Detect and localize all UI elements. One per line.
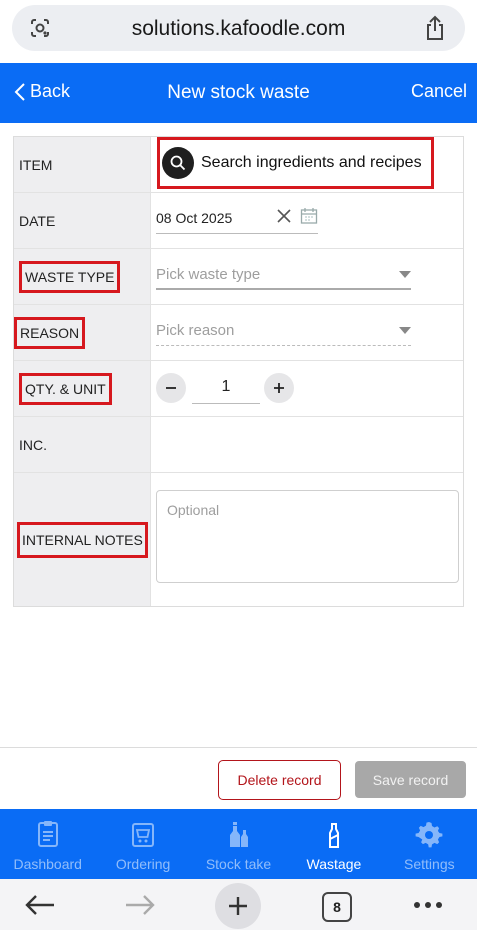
action-bar: Delete record Save record — [0, 747, 477, 809]
caret-down-icon — [399, 327, 411, 334]
page-title: New stock waste — [167, 82, 310, 103]
calendar-icon[interactable] — [300, 207, 318, 225]
address-bar[interactable]: solutions.kafoodle.com — [12, 5, 465, 51]
back-label: Back — [30, 81, 71, 101]
arrow-right-icon — [126, 895, 155, 915]
item-label: ITEM — [14, 137, 151, 192]
qty-row: QTY. & UNIT 1 — [14, 361, 463, 417]
cart-icon — [132, 823, 155, 847]
waste-type-select[interactable]: Pick waste type — [156, 262, 411, 290]
new-tab-button[interactable] — [215, 883, 261, 929]
date-label: DATE — [14, 193, 151, 248]
date-field[interactable]: 08 Oct 2025 — [156, 206, 318, 234]
plus-icon — [229, 897, 247, 915]
cancel-button[interactable]: Cancel — [411, 81, 467, 102]
reason-placeholder: Pick reason — [156, 322, 235, 339]
inc-label: INC. — [14, 417, 151, 472]
inc-row: INC. — [14, 417, 463, 473]
internal-notes-label: INTERNAL NOTES — [17, 521, 148, 558]
nav-dashboard-label: Dashboard — [13, 856, 82, 872]
tabs-count-button[interactable]: 8 — [322, 892, 352, 922]
reason-select[interactable]: Pick reason — [156, 318, 411, 346]
nav-stock-take[interactable]: Stock take — [191, 809, 286, 879]
item-row: ITEM Search ingredients and recipes — [14, 137, 463, 193]
minus-icon — [166, 387, 176, 389]
plus-icon — [274, 383, 284, 393]
item-search-input[interactable]: Search ingredients and recipes — [157, 137, 434, 189]
delete-record-button[interactable]: Delete record — [218, 760, 341, 800]
increment-button[interactable] — [264, 373, 294, 403]
quantity-input[interactable]: 1 — [192, 374, 260, 404]
nav-settings[interactable]: Settings — [382, 809, 477, 879]
url-text[interactable]: solutions.kafoodle.com — [12, 17, 465, 41]
search-icon[interactable] — [162, 147, 194, 179]
reason-row: REASON Pick reason — [14, 305, 463, 361]
caret-down-icon — [399, 271, 411, 278]
nav-ordering-label: Ordering — [115, 856, 171, 872]
waste-type-label: WASTE TYPE — [19, 260, 121, 293]
browser-forward-button[interactable] — [122, 887, 158, 923]
nav-dashboard[interactable]: Dashboard — [0, 809, 95, 879]
more-menu-button[interactable] — [408, 887, 448, 923]
save-record-button[interactable]: Save record — [355, 761, 466, 798]
nav-wastage-label: Wastage — [306, 856, 362, 872]
internal-notes-textarea[interactable]: Optional — [156, 490, 459, 583]
browser-back-button[interactable] — [22, 887, 58, 923]
nav-settings-label: Settings — [404, 856, 455, 872]
inc-value — [151, 417, 463, 472]
nav-ordering[interactable]: Ordering — [95, 809, 190, 879]
bottles-icon — [229, 822, 248, 847]
qty-unit-label: QTY. & UNIT — [19, 372, 112, 405]
waste-type-row: WASTE TYPE Pick waste type — [14, 249, 463, 305]
stock-waste-form: ITEM Search ingredients and recipes DATE… — [13, 136, 464, 607]
nav-wastage[interactable]: Wastage — [286, 809, 381, 879]
bottom-nav: Dashboard Ordering Stock take Wastage Se… — [0, 809, 477, 879]
gear-icon — [415, 822, 443, 848]
chevron-left-icon — [14, 82, 25, 101]
arrow-left-icon — [25, 895, 54, 915]
date-row: DATE 08 Oct 2025 — [14, 193, 463, 249]
decrement-button[interactable] — [156, 373, 186, 403]
nav-stock-take-label: Stock take — [205, 856, 272, 872]
clear-icon[interactable] — [277, 209, 291, 223]
item-search-placeholder: Search ingredients and recipes — [201, 154, 422, 171]
notes-row: INTERNAL NOTES Optional — [14, 473, 463, 606]
back-button[interactable]: Back — [14, 81, 70, 102]
reason-label: REASON — [14, 316, 86, 349]
clipboard-icon — [37, 821, 58, 847]
share-icon[interactable] — [423, 15, 447, 41]
browser-address-area: solutions.kafoodle.com — [0, 0, 477, 63]
app-header: Back New stock waste Cancel — [0, 63, 477, 123]
bottle-icon — [328, 823, 339, 848]
browser-toolbar: 8 — [0, 879, 477, 930]
waste-type-placeholder: Pick waste type — [156, 266, 261, 283]
more-dots-icon — [414, 902, 442, 908]
